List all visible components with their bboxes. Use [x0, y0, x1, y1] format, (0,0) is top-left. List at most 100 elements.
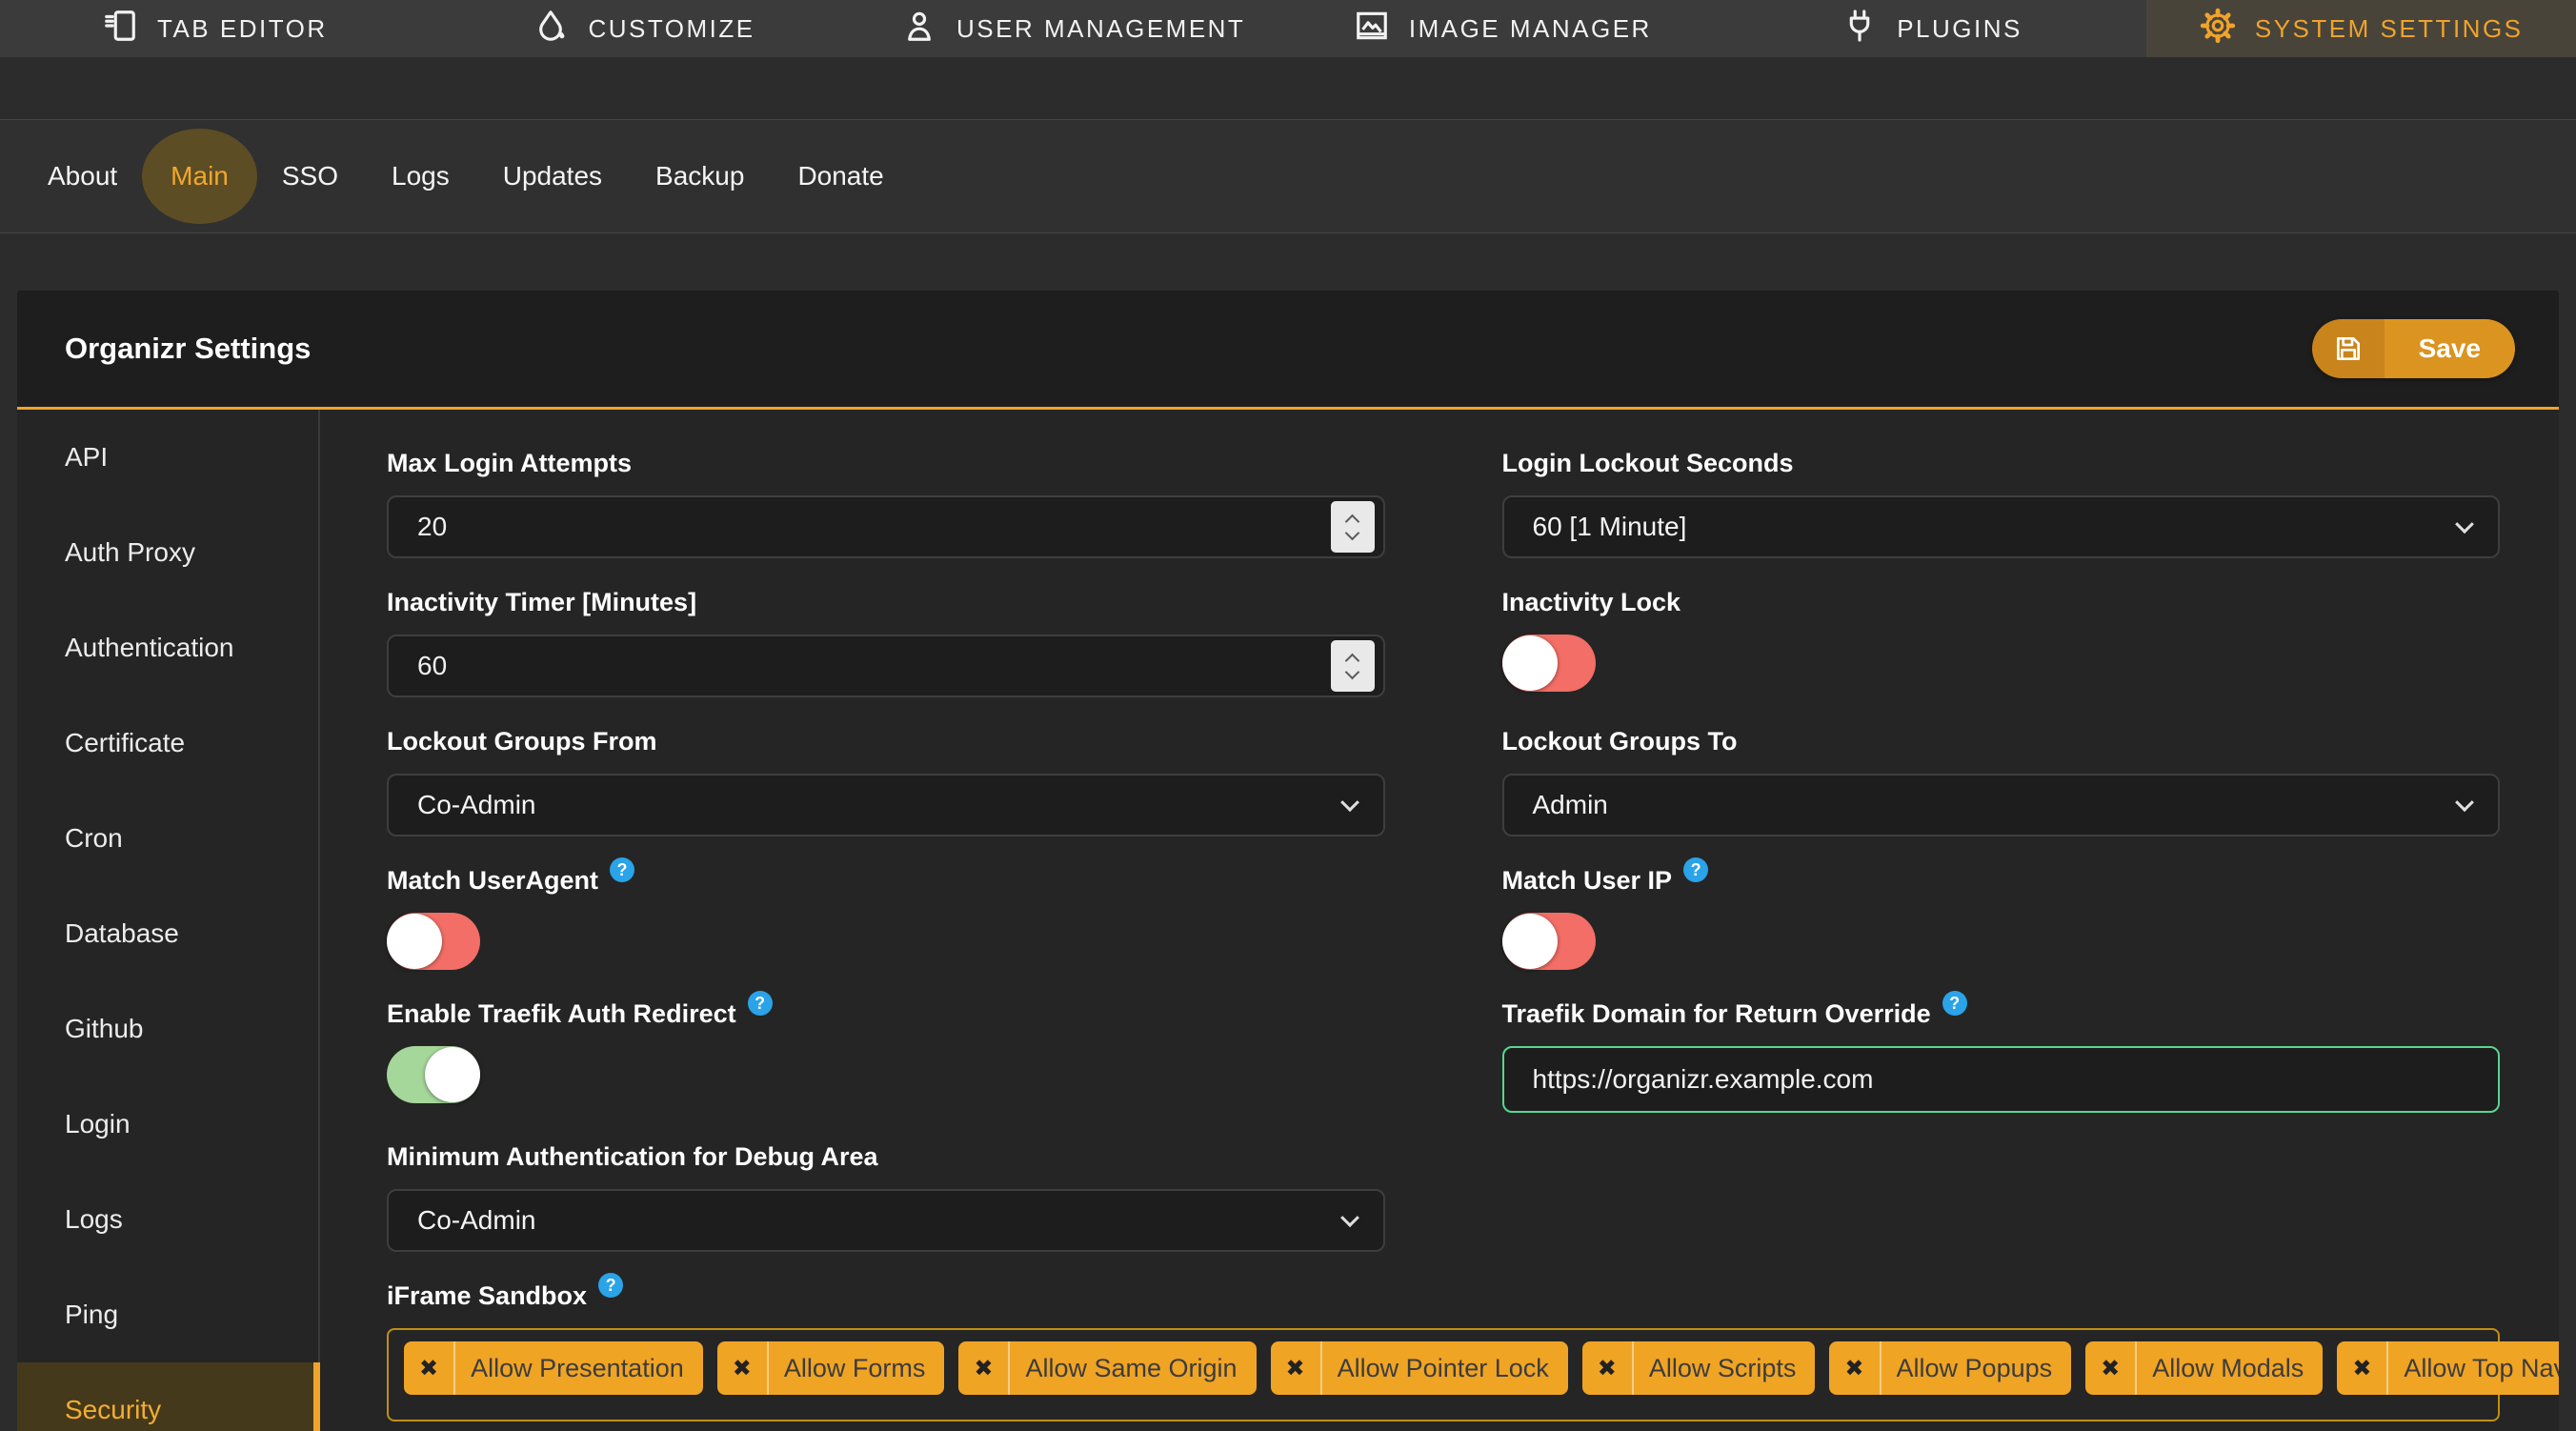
- remove-tag-icon[interactable]: ✖: [1598, 1341, 1634, 1395]
- sandbox-tag-allow-modals[interactable]: ✖ Allow Modals: [2085, 1341, 2324, 1395]
- login-lockout-seconds-select[interactable]: 60 [1 Minute]: [1501, 495, 2500, 558]
- select-value: Co-Admin: [417, 1205, 536, 1235]
- remove-tag-icon[interactable]: ✖: [733, 1341, 769, 1395]
- inactivity-lock-toggle[interactable]: [1501, 635, 1596, 692]
- sandbox-tag-allow-same-origin[interactable]: ✖ Allow Same Origin: [958, 1341, 1257, 1395]
- tag-label: Allow Presentation: [471, 1353, 684, 1382]
- security-settings-form: Max Login Attempts Login Lockout Seconds…: [320, 410, 2559, 1428]
- remove-tag-icon[interactable]: ✖: [974, 1341, 1011, 1395]
- field-label: Traefik Domain for Return Override?: [1502, 991, 2501, 1029]
- sidebar-item-ping[interactable]: Ping: [17, 1267, 318, 1362]
- lockout-groups-to-select[interactable]: Admin: [1501, 774, 2500, 836]
- sidebar-item-cron[interactable]: Cron: [17, 791, 318, 886]
- sandbox-tag-allow-popups[interactable]: ✖ Allow Popups: [1829, 1341, 2072, 1395]
- sandbox-tag-allow-scripts[interactable]: ✖ Allow Scripts: [1581, 1341, 1816, 1395]
- enable-traefik-auth-redirect-group: Enable Traefik Auth Redirect?: [387, 991, 1385, 1113]
- match-useragent-group: Match UserAgent?: [387, 857, 1385, 970]
- help-icon[interactable]: ?: [598, 1273, 624, 1298]
- sidebar-item-certificate[interactable]: Certificate: [17, 695, 318, 791]
- sidebar-item-authentication[interactable]: Authentication: [17, 600, 318, 695]
- lockout-groups-from-group: Lockout Groups From Co-Admin: [387, 726, 1385, 836]
- user-management-icon: [901, 8, 937, 50]
- inactivity-timer-input[interactable]: [387, 635, 1385, 697]
- help-icon[interactable]: ?: [1683, 857, 1709, 882]
- subnav-item-main[interactable]: Main: [142, 129, 257, 224]
- toggle-knob: [387, 914, 442, 969]
- match-useragent-toggle[interactable]: [387, 913, 480, 970]
- max-login-attempts-group: Max Login Attempts: [387, 448, 1385, 558]
- subnav-item-backup[interactable]: Backup: [629, 161, 771, 191]
- field-label: Enable Traefik Auth Redirect?: [387, 991, 1385, 1029]
- help-icon[interactable]: ?: [1942, 991, 1967, 1016]
- topnav-item-user-management[interactable]: USER MANAGEMENT: [858, 0, 1288, 57]
- remove-tag-icon[interactable]: ✖: [1286, 1341, 1322, 1395]
- sandbox-tag-allow-pointer-lock[interactable]: ✖ Allow Pointer Lock: [1270, 1341, 1568, 1395]
- min-auth-debug-select[interactable]: Co-Admin: [387, 1189, 1385, 1252]
- traefik-domain-override-group: Traefik Domain for Return Override?: [1501, 991, 2501, 1113]
- traefik-domain-input[interactable]: [1501, 1046, 2500, 1113]
- chevron-down-icon: [1339, 1208, 1359, 1228]
- sidebar-item-logs[interactable]: Logs: [17, 1172, 318, 1267]
- inactivity-timer-group: Inactivity Timer [Minutes]: [387, 587, 1385, 697]
- number-spinner[interactable]: [1330, 640, 1375, 692]
- settings-subnav: About Main SSO Logs Updates Backup Donat…: [0, 119, 2576, 233]
- toggle-knob: [425, 1047, 480, 1102]
- topnav-item-tab-editor[interactable]: TAB EDITOR: [0, 0, 430, 57]
- sidebar-item-auth-proxy[interactable]: Auth Proxy: [17, 505, 318, 600]
- tag-label: Allow Forms: [783, 1353, 926, 1382]
- traefik-domain-field[interactable]: [1532, 1064, 2469, 1095]
- sidebar-item-database[interactable]: Database: [17, 886, 318, 981]
- sandbox-tag-allow-presentation[interactable]: ✖ Allow Presentation: [404, 1341, 703, 1395]
- iframe-sandbox-group: iFrame Sandbox? ✖ Allow Presentation ✖ All…: [387, 1273, 2559, 1421]
- subnav-item-sso[interactable]: SSO: [255, 161, 365, 191]
- spinner-down-icon[interactable]: [1344, 664, 1360, 679]
- field-label: Inactivity Lock: [1501, 588, 1681, 616]
- inactivity-lock-group: Inactivity Lock: [1501, 587, 2501, 697]
- topnav-item-customize[interactable]: CUSTOMIZE: [430, 0, 859, 57]
- topnav-label: TAB EDITOR: [157, 13, 328, 43]
- subnav-item-logs[interactable]: Logs: [365, 161, 476, 191]
- remove-tag-icon[interactable]: ✖: [1844, 1341, 1882, 1395]
- save-icon: [2311, 319, 2385, 378]
- topnav-item-system-settings[interactable]: SYSTEM SETTINGS: [2146, 0, 2576, 57]
- help-icon[interactable]: ?: [747, 991, 773, 1016]
- subnav-item-updates[interactable]: Updates: [476, 161, 629, 191]
- field-label: Match UserAgent?: [387, 857, 1385, 896]
- sidebar-item-api[interactable]: API: [17, 410, 318, 505]
- enable-traefik-auth-redirect-toggle[interactable]: [387, 1046, 480, 1103]
- inactivity-timer-field[interactable]: [417, 651, 1355, 681]
- sandbox-tag-allow-top-navigation[interactable]: ✖ Allow Top Navigation: [2337, 1341, 2559, 1395]
- topnav-item-image-manager[interactable]: IMAGE MANAGER: [1288, 0, 1718, 57]
- save-button-label: Save: [2384, 319, 2515, 378]
- match-user-ip-toggle[interactable]: [1501, 913, 1596, 970]
- remove-tag-icon[interactable]: ✖: [2352, 1341, 2389, 1395]
- lockout-groups-from-select[interactable]: Co-Admin: [387, 774, 1385, 836]
- remove-tag-icon[interactable]: ✖: [419, 1341, 456, 1395]
- number-spinner[interactable]: [1330, 501, 1375, 553]
- sidebar-item-security[interactable]: Security: [17, 1362, 320, 1431]
- lockout-groups-to-group: Lockout Groups To Admin: [1501, 726, 2500, 836]
- subnav-item-donate[interactable]: Donate: [771, 161, 910, 191]
- topnav-item-plugins[interactable]: PLUGINS: [1718, 0, 2147, 57]
- gear-icon: [2200, 8, 2236, 50]
- spinner-down-icon[interactable]: [1344, 525, 1360, 540]
- field-label: Max Login Attempts: [387, 449, 633, 477]
- tag-label: Allow Top Navigation: [2404, 1353, 2559, 1382]
- topnav-label: USER MANAGEMENT: [956, 13, 1246, 43]
- max-login-attempts-input[interactable]: [387, 495, 1385, 558]
- chevron-down-icon: [1339, 793, 1359, 813]
- iframe-sandbox-tags[interactable]: ✖ Allow Presentation ✖ Allow Forms ✖ Allow …: [387, 1328, 2559, 1421]
- topnav: TAB EDITOR CUSTOMIZE USER MANAGEMENT IMA…: [0, 0, 2576, 57]
- tag-label: Allow Pointer Lock: [1337, 1353, 1549, 1382]
- max-login-attempts-field[interactable]: [417, 512, 1355, 542]
- remove-tag-icon[interactable]: ✖: [2101, 1341, 2138, 1395]
- sidebar-item-login[interactable]: Login: [17, 1077, 318, 1172]
- topnav-label: PLUGINS: [1897, 13, 2023, 43]
- save-button[interactable]: Save: [2311, 319, 2515, 378]
- subnav-item-about[interactable]: About: [21, 161, 144, 191]
- select-value: Co-Admin: [417, 790, 536, 819]
- sidebar-item-github[interactable]: Github: [17, 981, 318, 1077]
- help-icon[interactable]: ?: [610, 857, 635, 882]
- field-label: iFrame Sandbox?: [387, 1273, 2500, 1311]
- sandbox-tag-allow-forms[interactable]: ✖ Allow Forms: [716, 1341, 945, 1395]
